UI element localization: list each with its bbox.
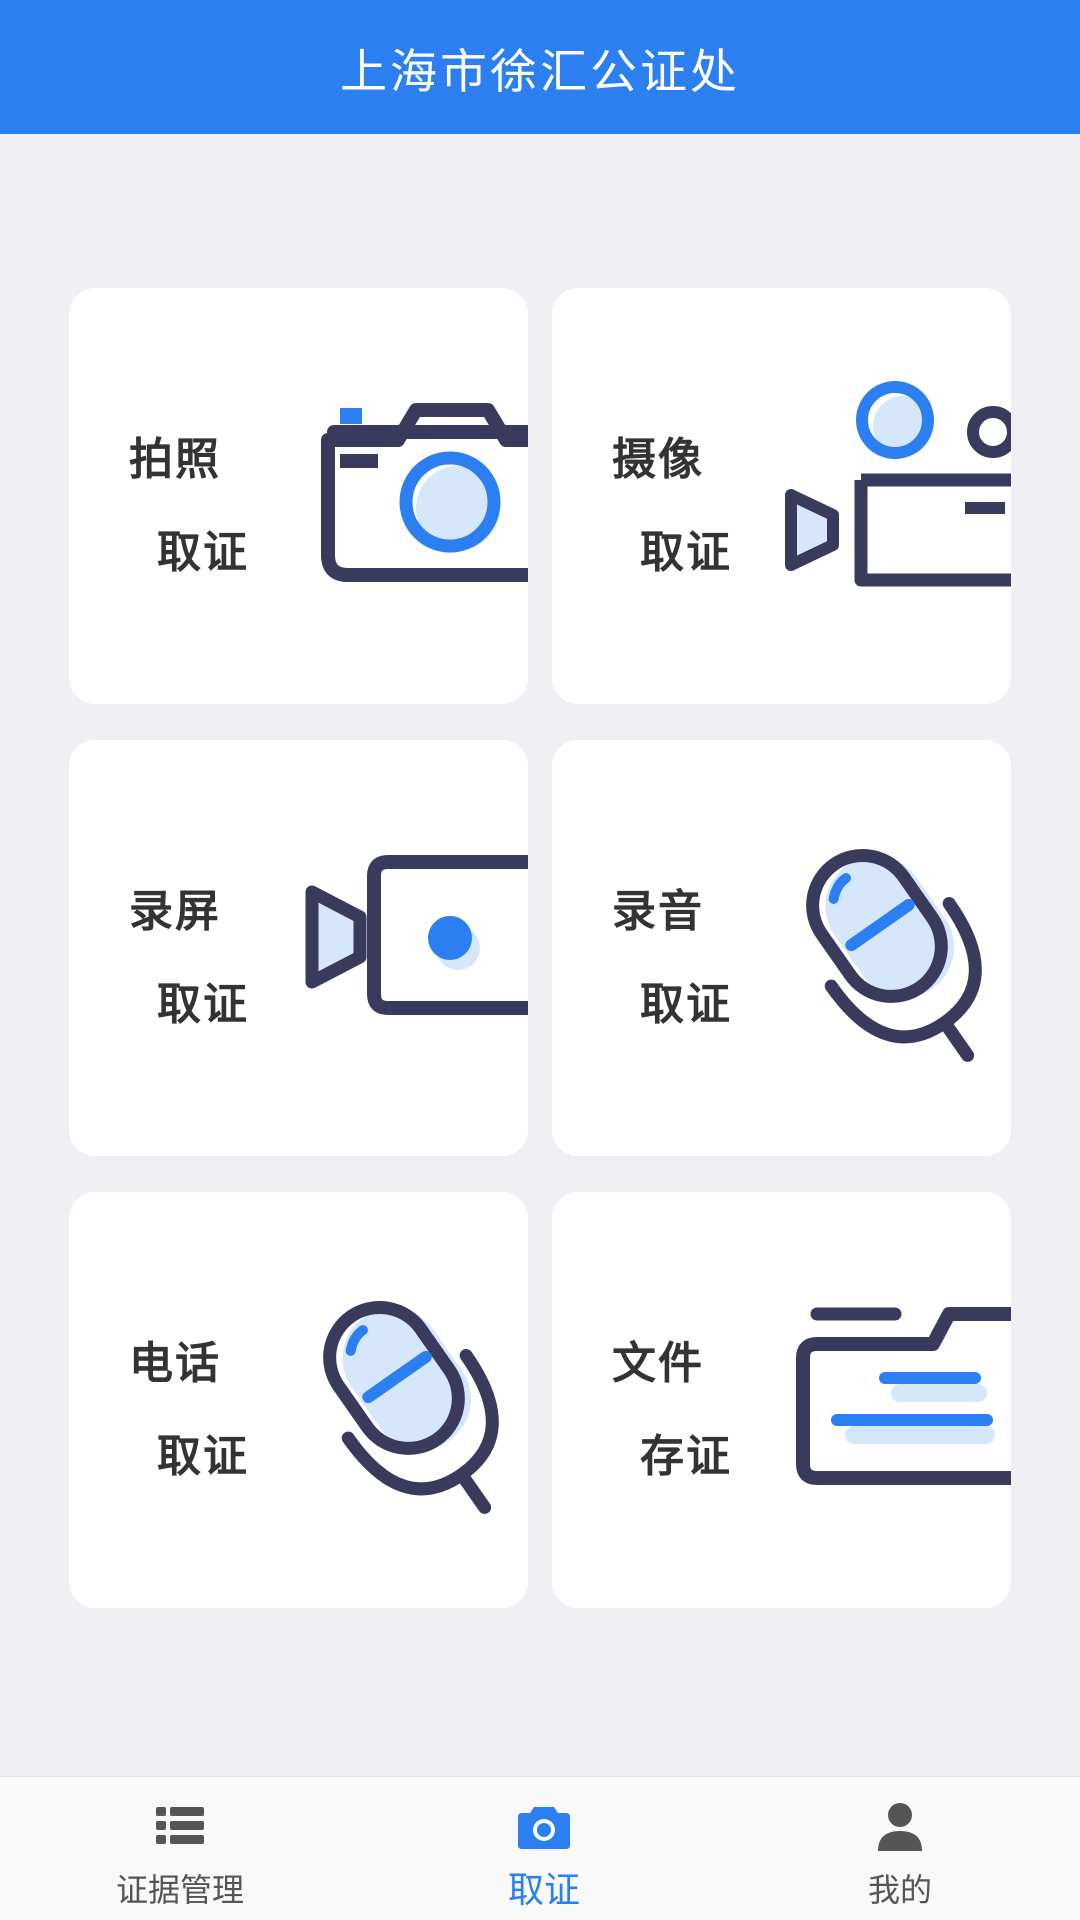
card-title-line1: 文件 — [612, 1338, 704, 1389]
phone-evidence-card[interactable]: 电话 取证 — [69, 1192, 528, 1608]
card-title-line2: 取证 — [157, 527, 249, 578]
photo-evidence-card[interactable]: 拍照 取证 — [69, 288, 528, 704]
card-title-line2: 取证 — [640, 527, 732, 578]
tab-label: 证据管理 — [115, 1871, 244, 1909]
screen-record-evidence-card[interactable]: 录屏 取证 — [69, 740, 528, 1156]
bottom-tab-bar: 证据管理 取证 我的 — [0, 1776, 1080, 1920]
app-root: 上海市徐汇公证处 拍照 取证 摄像 取证 录屏 取证 录音 取证 电话 取证 文… — [0, 0, 1080, 1920]
file-evidence-card[interactable]: 文件 存证 — [552, 1192, 1011, 1608]
user-icon — [878, 1803, 922, 1851]
camera-icon — [518, 1807, 570, 1849]
evidence-grid: 拍照 取证 摄像 取证 录屏 取证 录音 取证 电话 取证 文件 存证 — [69, 288, 1011, 1608]
card-title-line1: 拍照 — [129, 434, 221, 485]
tab-mine[interactable]: 我的 — [780, 1777, 1020, 1920]
tab-collect-evidence[interactable]: 取证 — [424, 1777, 664, 1920]
card-title-line1: 电话 — [129, 1338, 221, 1389]
list-icon — [156, 1807, 204, 1844]
microphone-icon — [781, 832, 1011, 1072]
card-title-line1: 录音 — [612, 886, 704, 937]
video-camera-icon — [781, 380, 1011, 620]
card-title-line1: 摄像 — [612, 434, 704, 485]
screen-record-icon — [298, 832, 528, 1072]
card-title-line2: 取证 — [640, 979, 732, 1030]
tab-label: 我的 — [867, 1871, 932, 1909]
phone-microphone-icon — [298, 1284, 528, 1524]
tab-evidence-management[interactable]: 证据管理 — [60, 1777, 300, 1920]
card-title-line2: 存证 — [640, 1431, 732, 1482]
photo-camera-icon — [298, 380, 528, 620]
tab-label: 取证 — [507, 1870, 580, 1911]
card-title-line2: 取证 — [157, 979, 249, 1030]
folder-icon — [781, 1284, 1011, 1524]
audio-record-evidence-card[interactable]: 录音 取证 — [552, 740, 1011, 1156]
title-bar: 上海市徐汇公证处 — [0, 0, 1080, 134]
video-evidence-card[interactable]: 摄像 取证 — [552, 288, 1011, 704]
card-title-line2: 取证 — [157, 1431, 249, 1482]
card-title-line1: 录屏 — [129, 886, 221, 937]
page-title: 上海市徐汇公证处 — [340, 44, 740, 100]
